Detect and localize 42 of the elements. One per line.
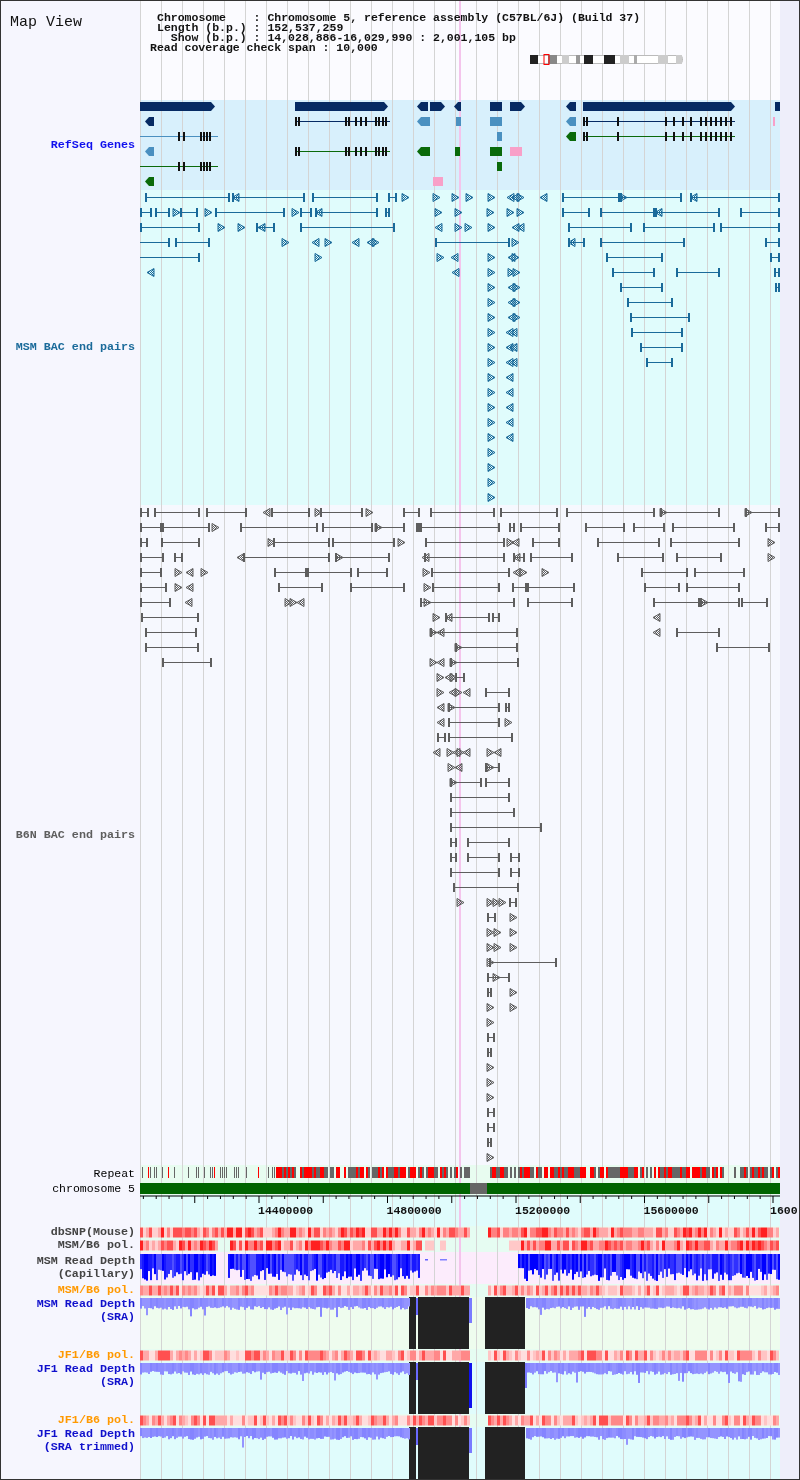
info-label: Read coverage check span [150, 43, 316, 53]
dark-region-block [485, 1362, 525, 1414]
track-label: Repeat [93, 1166, 135, 1180]
track-label: dbSNP(Mouse) [50, 1226, 135, 1239]
info-label: Show (b.p.) [170, 33, 247, 43]
track-label: MSM/B6 pol. [57, 1239, 135, 1252]
view-position-marker [543, 54, 550, 65]
track-label: MSM Read Depth (Capillary) [36, 1255, 135, 1281]
info-label: Length (b.p.) [157, 23, 247, 33]
track-label: chromosome 5 [52, 1181, 135, 1195]
dark-region-block [418, 1362, 469, 1414]
info-separator: : [253, 33, 261, 43]
dark-region-block [409, 1297, 416, 1349]
track-label: MSM Read Depth (SRA) [36, 1298, 135, 1324]
axis-tick-label: 14400000 [258, 1204, 314, 1217]
page-title: Map View [10, 14, 82, 31]
axis-tick-label: 15600000 [643, 1204, 699, 1217]
track-label: MSM BAC end pairs [15, 341, 135, 354]
dark-region-block [418, 1427, 469, 1479]
axis-tick-label: 14800000 [386, 1204, 442, 1217]
dark-region-block [409, 1362, 416, 1414]
track-label: JF1 Read Depth (SRA) [36, 1363, 135, 1389]
info-separator: : [322, 43, 330, 53]
info-value: 152,537,259 [267, 23, 344, 33]
track-label: JF1 Read Depth (SRA trimmed) [36, 1428, 135, 1454]
info-separator: : [253, 13, 261, 23]
dark-region-block [418, 1297, 469, 1349]
dark-region-block [409, 1427, 416, 1479]
dark-region-block [485, 1427, 525, 1479]
dark-region-block [485, 1297, 525, 1349]
track-label: RefSeq Genes [50, 138, 135, 152]
axis-tick-label: 1600 [770, 1204, 798, 1217]
track-label: MSM/B6 pol. [57, 1284, 135, 1297]
axis-tick-label: 15200000 [515, 1204, 571, 1217]
track-label: B6N BAC end pairs [15, 828, 135, 842]
info-value: 14,028,886-16,029,990 : 2,001,105 bp [267, 33, 517, 43]
info-label: Chromosome [157, 13, 226, 23]
info-separator: : [253, 23, 261, 33]
info-value: Chromosome 5, reference assembly (C57BL/6J) (Build 37) [267, 13, 641, 23]
track-label: JF1/B6 pol. [57, 1349, 135, 1362]
info-value: 10,000 [336, 43, 378, 53]
track-label: JF1/B6 pol. [57, 1414, 135, 1427]
